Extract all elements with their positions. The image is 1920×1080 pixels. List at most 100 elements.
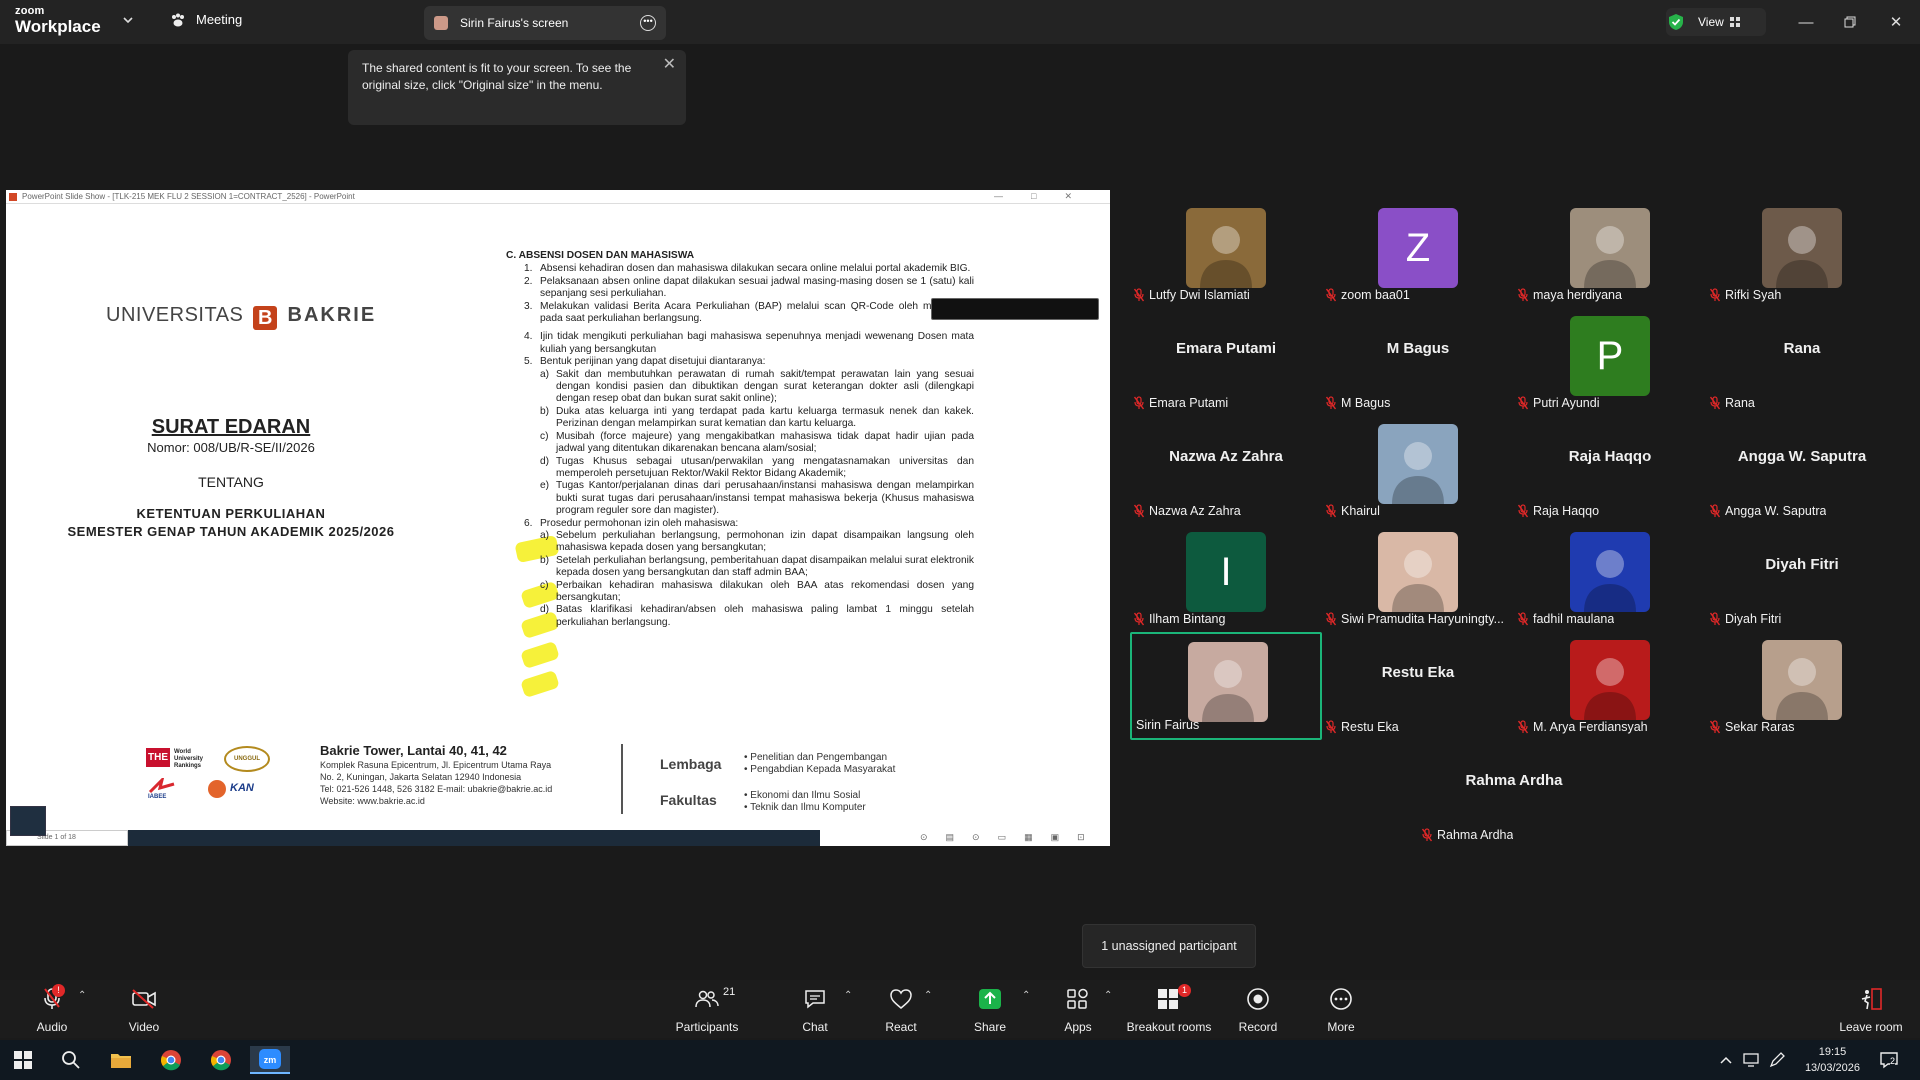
shared-screen-tab[interactable]: Sirin Fairus's screen ••• [424, 6, 666, 40]
participant-tile[interactable]: Khairul [1322, 416, 1514, 524]
sub-item-letter: b) [540, 554, 550, 566]
participant-tile[interactable]: Rahma Ardha Rahma Ardha [1418, 740, 1610, 848]
muted-mic-icon [1134, 396, 1144, 410]
search-icon[interactable] [56, 1046, 86, 1074]
pen-icon[interactable] [1766, 1046, 1788, 1074]
more-options-icon[interactable]: ••• [640, 15, 656, 31]
shared-screen[interactable]: PowerPoint Slide Show - [TLK-215 MEK FLU… [6, 190, 1110, 846]
fakultas-label: Fakultas [660, 792, 717, 808]
react-button[interactable]: React [884, 986, 918, 1034]
participant-name: Khairul [1341, 504, 1380, 518]
share-button[interactable]: Share [972, 986, 1008, 1034]
fit-to-screen-tooltip: The shared content is fit to your screen… [348, 50, 686, 125]
apps-icon [1064, 986, 1092, 1012]
muted-mic-icon [1710, 612, 1720, 626]
participant-tile[interactable]: Nazwa Az Zahra Nazwa Az Zahra [1130, 416, 1322, 524]
participant-tile[interactable]: Angga W. Saputra Angga W. Saputra [1706, 416, 1898, 524]
participant-name-label: Sekar Raras [1710, 718, 1794, 736]
participant-tile[interactable]: Lutfy Dwi Islamiati [1130, 200, 1322, 308]
ppt-view-controls[interactable]: ⊙▤⊙▭▦▣⊡ [820, 830, 1110, 846]
audio-button[interactable]: ! Audio [30, 984, 74, 1034]
view-button[interactable]: View [1666, 8, 1766, 36]
participant-tile[interactable]: fadhil maulana [1514, 524, 1706, 632]
sub-item: e) Tugas Kantor/perjalanan dinas dari per… [506, 480, 974, 517]
participant-tile[interactable]: Raja Haqqo Raja Haqqo [1514, 416, 1706, 524]
participant-tile[interactable]: Zzoom baa01 [1322, 200, 1514, 308]
breakout-badge: 1 [1178, 984, 1191, 997]
sub-item-text: Musibah (force majeure) yang mengakibatk… [556, 430, 974, 455]
participants-count: 21 [723, 986, 736, 998]
breakout-rooms-button[interactable]: 1 Breakout rooms [1126, 984, 1212, 1034]
participant-name-label: Rana [1710, 394, 1755, 412]
list-item: 5. Bentuk perijinan yang dapat disetujui … [506, 356, 974, 368]
close-window-icon[interactable]: ✕ [1884, 10, 1908, 34]
chat-options-caret-icon[interactable]: ⌃ [844, 990, 852, 1001]
participant-name: Rana [1725, 396, 1755, 410]
zoom-taskbar-icon[interactable]: zm [250, 1046, 290, 1074]
network-icon[interactable] [1740, 1046, 1762, 1074]
more-button[interactable]: More [1326, 986, 1356, 1034]
participant-tile[interactable]: Diyah Fitri Diyah Fitri [1706, 524, 1898, 632]
audio-options-caret-icon[interactable]: ⌃ [78, 990, 86, 1001]
participant-tile[interactable]: Sirin Fairus [1130, 632, 1322, 740]
person-silhouette-icon [1202, 660, 1254, 722]
leave-room-button[interactable]: Leave room [1838, 986, 1904, 1034]
university-logo: UNIVERSITAS B BAKRIE [106, 304, 376, 330]
participant-name-label: zoom baa01 [1326, 286, 1410, 304]
notifications-icon[interactable]: 2 [1876, 1046, 1902, 1074]
sub-item-letter: e) [540, 480, 550, 492]
system-clock[interactable]: 19:15 13/03/2026 [1805, 1044, 1860, 1076]
video-off-icon [130, 986, 158, 1012]
chrome-icon[interactable] [156, 1046, 186, 1074]
address-line: Website: www.bakrie.ac.id [320, 796, 425, 806]
participants-button[interactable]: 21 Participants [672, 986, 742, 1034]
participant-name-label: Ilham Bintang [1134, 610, 1225, 628]
participant-tile[interactable]: P Putri Ayundi [1514, 308, 1706, 416]
sub-item: d) Tugas Khusus sebagai utusan/perwakilan… [506, 456, 974, 481]
record-button[interactable]: Record [1238, 986, 1278, 1034]
participant-tile[interactable]: Restu Eka Restu Eka [1322, 632, 1514, 740]
meeting-tab[interactable]: Meeting [170, 12, 242, 27]
chevron-down-icon[interactable] [122, 14, 134, 26]
windows-start-icon[interactable] [8, 1046, 38, 1074]
participant-tile[interactable]: Rana Rana [1706, 308, 1898, 416]
muted-mic-icon [1518, 288, 1528, 302]
chat-label: Chat [802, 1020, 828, 1034]
list-item: 2. Pelaksanaan absen online dapat dilakuk… [506, 276, 974, 301]
participant-name-label: Lutfy Dwi Islamiati [1134, 286, 1250, 304]
apps-options-caret-icon[interactable]: ⌃ [1104, 990, 1112, 1001]
address-line: Komplek Rasuna Epicentrum, Jl. Epicentru… [320, 760, 552, 770]
restore-icon[interactable] [1838, 10, 1862, 34]
chat-button[interactable]: Chat [800, 986, 830, 1034]
participant-tile[interactable]: Sekar Raras [1706, 632, 1898, 740]
share-options-caret-icon[interactable]: ⌃ [1022, 990, 1030, 1001]
sub-item-letter: c) [540, 430, 549, 442]
file-explorer-icon[interactable] [106, 1046, 136, 1074]
participant-tile[interactable]: Siwi Pramudita Haryuningty... [1322, 524, 1514, 632]
participant-name: zoom baa01 [1341, 288, 1410, 302]
the-logo: THE [146, 748, 170, 767]
sharer-avatar [434, 16, 448, 30]
apps-button[interactable]: Apps [1062, 986, 1094, 1034]
participant-name: Sekar Raras [1725, 720, 1795, 734]
participant-avatar: P [1570, 316, 1650, 396]
participant-display-name: Emara Putami [1175, 340, 1277, 357]
minimize-icon[interactable]: — [1794, 10, 1818, 34]
zoom-workplace-logo[interactable]: zoom Workplace [15, 6, 101, 36]
close-tooltip-icon[interactable]: ✕ [663, 56, 676, 73]
participant-tile[interactable]: M. Arya Ferdiansyah [1514, 632, 1706, 740]
participant-tile[interactable]: M Bagus M Bagus [1322, 308, 1514, 416]
participant-tile[interactable]: Emara Putami Emara Putami [1130, 308, 1322, 416]
ppt-window-title: PowerPoint Slide Show - [TLK-215 MEK FLU… [22, 192, 355, 201]
show-hidden-icons-chevron-icon[interactable] [1716, 1046, 1736, 1074]
participant-video [1378, 424, 1458, 504]
list-item: 6. Prosedur permohonan izin oleh mahasisw… [506, 518, 974, 530]
react-options-caret-icon[interactable]: ⌃ [924, 990, 932, 1001]
video-button[interactable]: Video [124, 986, 164, 1034]
chrome-profile-icon[interactable] [206, 1046, 236, 1074]
participant-tile[interactable]: I Ilham Bintang [1130, 524, 1322, 632]
participant-display-name: Restu Eka [1381, 664, 1455, 681]
participant-tile[interactable]: maya herdiyana [1514, 200, 1706, 308]
participant-tile[interactable]: Rifki Syah [1706, 200, 1898, 308]
participant-name: Angga W. Saputra [1725, 504, 1827, 518]
